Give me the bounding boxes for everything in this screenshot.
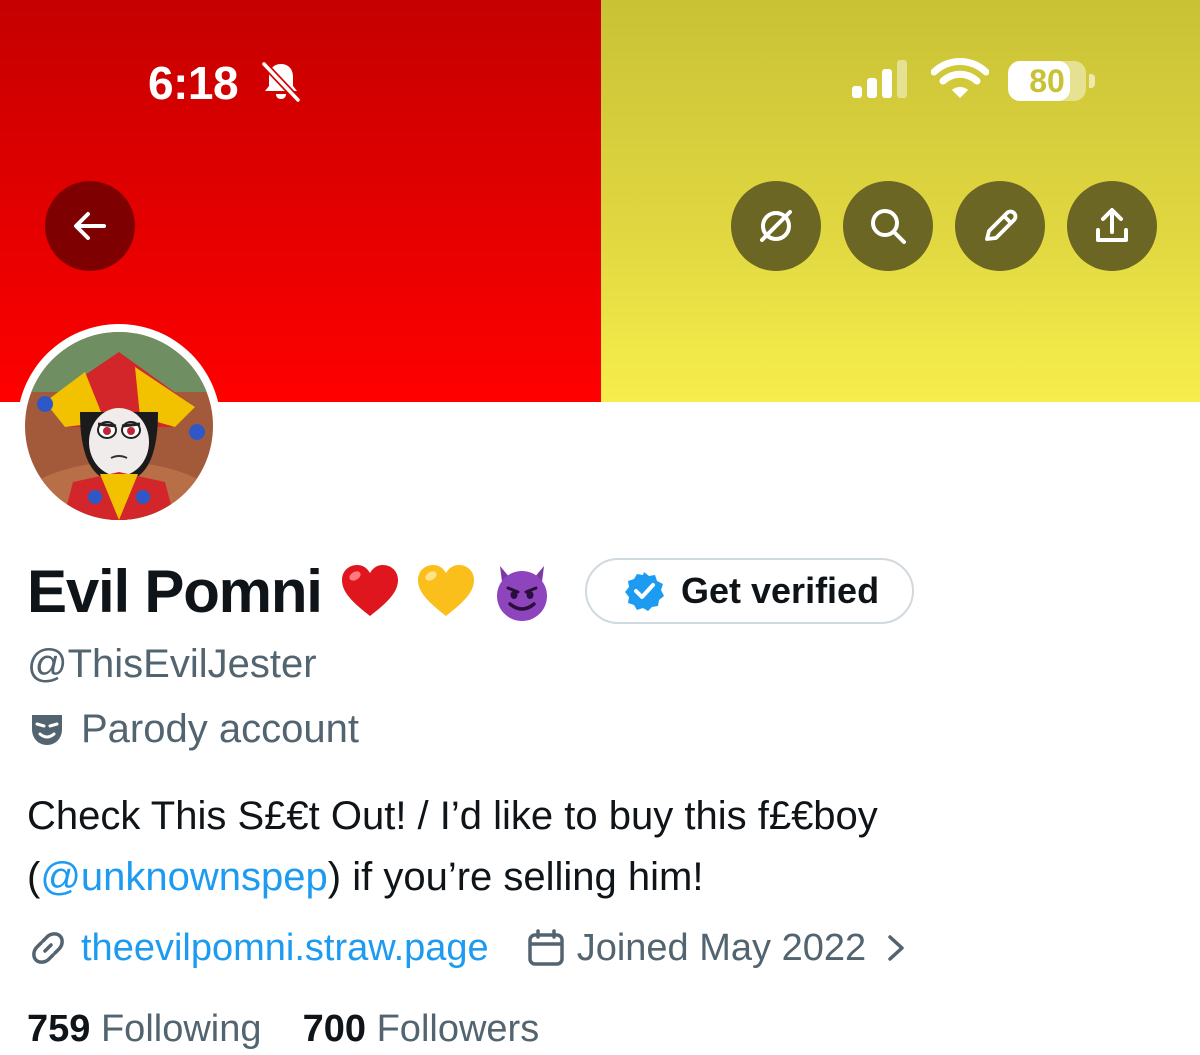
followers-link[interactable]: 700 Followers xyxy=(303,1008,540,1050)
get-verified-label: Get verified xyxy=(681,570,880,611)
bio-text-continued: ) if you’re selling him! xyxy=(327,855,704,899)
theater-mask-icon xyxy=(32,715,62,745)
smiling-devil-emoji xyxy=(497,566,547,621)
follow-stats: 759 Following 700 Followers xyxy=(27,1008,539,1051)
back-button[interactable] xyxy=(45,181,135,271)
edit-button[interactable] xyxy=(955,181,1045,271)
search-button[interactable] xyxy=(843,181,933,271)
following-label: Following xyxy=(100,1008,262,1050)
arrow-left-icon xyxy=(74,212,106,240)
avatar[interactable] xyxy=(17,324,221,528)
followers-label: Followers xyxy=(376,1008,540,1050)
share-icon xyxy=(1096,208,1128,242)
red-heart-emoji xyxy=(342,565,398,616)
followers-count: 700 xyxy=(302,1008,367,1050)
signal-icon xyxy=(852,60,907,98)
status-time: 6:18 xyxy=(148,57,239,109)
battery-body: 80 xyxy=(1008,61,1086,101)
profile-bio: Check This S£€t Out! / I’d like to buy t… xyxy=(27,786,1167,908)
parody-label-row: Parody account xyxy=(27,706,359,752)
link-icon xyxy=(32,932,64,964)
battery-tip xyxy=(1089,74,1095,88)
profile-handle: @ThisEvilJester xyxy=(27,642,317,686)
yellow-heart-emoji xyxy=(418,565,474,616)
bio-text: Check This S£€t Out! / I’d like to buy t… xyxy=(27,794,878,838)
edit-icon xyxy=(985,209,1018,241)
search-icon xyxy=(871,209,906,244)
share-button[interactable] xyxy=(1067,181,1157,271)
parody-account-label: Parody account xyxy=(81,706,359,751)
chevron-right-icon[interactable] xyxy=(882,931,910,965)
wifi-icon xyxy=(931,58,989,98)
joined-date[interactable]: Joined May 2022 xyxy=(577,927,866,970)
grok-button[interactable] xyxy=(731,181,821,271)
profile-meta: theevilpomni.straw.page Joined May 2022 xyxy=(27,923,910,973)
bio-paren-open: ( xyxy=(27,855,41,899)
calendar-icon xyxy=(527,929,564,966)
verified-badge-icon xyxy=(625,572,664,611)
battery-percent: 80 xyxy=(1029,63,1065,99)
grok-icon xyxy=(760,210,792,242)
following-link[interactable]: 759 Following xyxy=(27,1008,262,1050)
battery-icon: 80 xyxy=(1008,61,1096,101)
get-verified-button[interactable]: Get verified xyxy=(585,558,914,624)
bio-mention-link[interactable]: @unknownspep xyxy=(40,855,327,899)
profile-name: Evil Pomni xyxy=(27,558,323,625)
avatar-image xyxy=(25,332,213,520)
following-count: 759 xyxy=(27,1008,91,1050)
bell-slash-icon xyxy=(260,60,302,104)
website-link[interactable]: theevilpomni.straw.page xyxy=(81,927,489,970)
